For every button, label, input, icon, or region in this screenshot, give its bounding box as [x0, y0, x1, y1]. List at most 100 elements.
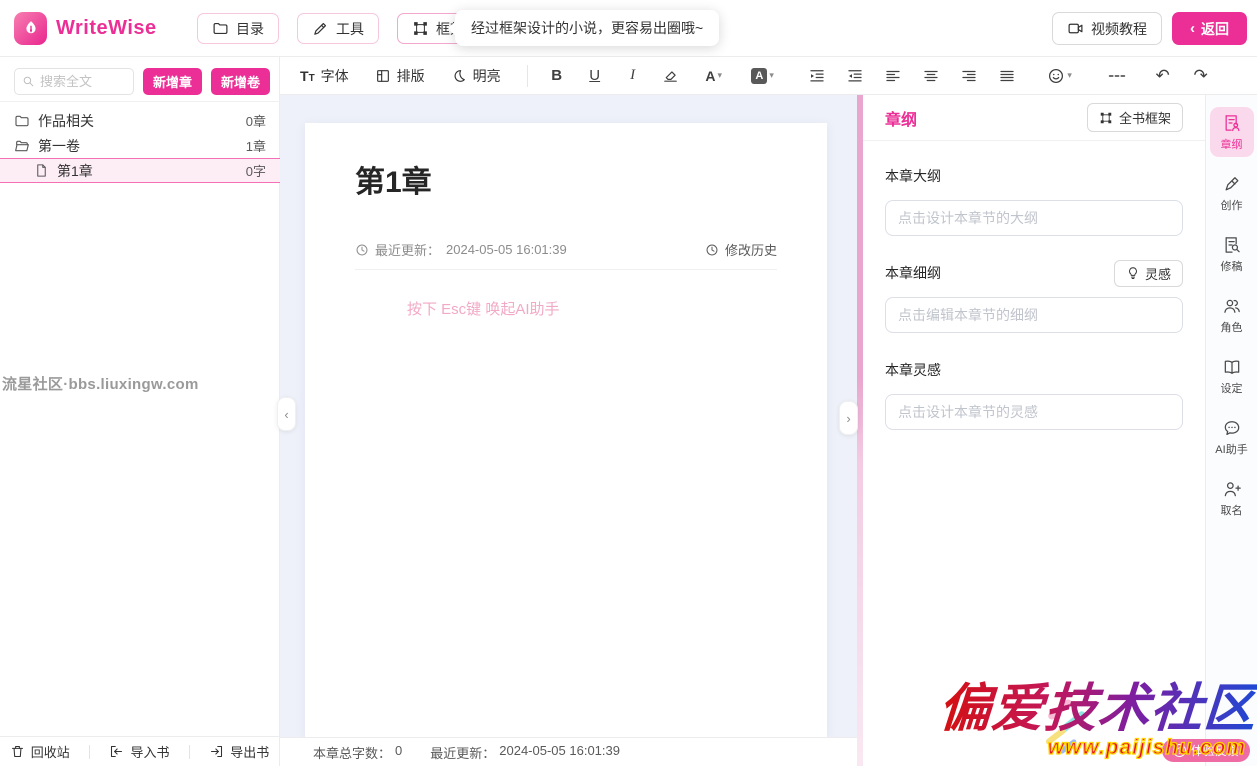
export-icon — [209, 744, 224, 759]
collapse-sidebar-handle[interactable]: ‹ — [277, 397, 296, 431]
rail-item-create[interactable]: 创作 — [1210, 168, 1254, 218]
sidebar-watermark: 流星社区·bbs.liuxingw.com — [2, 373, 199, 394]
collapse-panel-handle[interactable]: › — [839, 401, 858, 435]
tree-row-works[interactable]: 作品相关 0章 — [0, 108, 280, 133]
emoji-button[interactable]: ▾ — [1040, 62, 1080, 90]
redo-button[interactable]: ↷ — [1186, 62, 1216, 90]
chapter-title[interactable]: 第1章 — [355, 157, 777, 201]
tree-row-volume1[interactable]: 第一卷 1章 — [0, 133, 280, 158]
align-center-icon — [922, 67, 940, 85]
outline-panel-header: 章纲 全书框架 — [863, 95, 1205, 141]
user-plus-icon — [1222, 479, 1242, 499]
underline-button[interactable]: U — [580, 62, 610, 90]
chapter-inspiration-input[interactable] — [885, 394, 1183, 430]
chapter-outline-input[interactable] — [885, 200, 1183, 236]
rail-item-ai-assistant[interactable]: AI助手 — [1210, 412, 1254, 462]
italic-button[interactable]: I — [618, 62, 648, 90]
layout-menu-button[interactable]: 排版 — [375, 66, 425, 86]
highlight-color-button[interactable]: A ▾ — [742, 62, 784, 90]
trash-icon — [10, 744, 25, 759]
inspiration-button[interactable]: 灵感 — [1114, 260, 1183, 287]
last-updated: 最近更新： 2024-05-05 16:01:39 — [355, 240, 567, 259]
eraser-icon — [662, 67, 679, 84]
import-icon — [109, 744, 124, 759]
indent-button[interactable] — [802, 62, 832, 90]
search-box — [14, 68, 134, 95]
history-button[interactable]: 修改历史 — [705, 240, 777, 259]
search-input[interactable] — [40, 74, 120, 89]
video-icon — [1067, 20, 1084, 37]
file-icon — [34, 163, 49, 178]
outline-panel-body: 本章大纲 本章细纲 灵感 本章灵感 — [863, 141, 1205, 430]
rail-item-settings[interactable]: 设定 — [1210, 351, 1254, 401]
detail-outline-header: 本章细纲 灵感 — [885, 260, 1183, 286]
frame-icon — [1099, 111, 1113, 125]
clear-format-button[interactable] — [656, 62, 686, 90]
rail-item-revise[interactable]: 修稿 — [1210, 229, 1254, 279]
divider-line-icon — [1107, 66, 1127, 86]
highlight-icon: A — [751, 68, 767, 84]
doc-person-icon — [1222, 113, 1242, 133]
divider-insert-button[interactable] — [1102, 62, 1132, 90]
panel-title: 章纲 — [885, 106, 917, 130]
question-icon: ? — [1173, 744, 1186, 757]
rail-item-naming[interactable]: 取名 — [1210, 473, 1254, 523]
clock-icon — [355, 243, 369, 257]
updated-time: 2024-05-05 16:01:39 — [446, 242, 567, 257]
detail-outline-input[interactable] — [885, 297, 1183, 333]
font-icon: TT — [300, 68, 315, 84]
pen-nib-icon — [1222, 174, 1242, 194]
doc-search-icon — [1222, 235, 1242, 255]
editor-statusbar: 本章总字数： 0 最近更新： 2024-05-05 16:01:39 — [280, 737, 857, 766]
sidebar-footer: 回收站 导入书 导出书 — [0, 736, 279, 766]
align-right-button[interactable] — [954, 62, 984, 90]
layout-grid-icon — [375, 68, 391, 84]
tree-row-chapter1[interactable]: 第1章 0字 — [0, 158, 280, 183]
users-icon — [1222, 296, 1242, 316]
export-book-button[interactable]: 导出书 — [209, 742, 269, 761]
inspiration-section-header: 本章灵感 — [885, 357, 1183, 383]
font-color-button[interactable]: A ▾ — [694, 62, 734, 90]
feedback-button[interactable]: ? 体验反馈 — [1162, 739, 1250, 762]
add-chapter-button[interactable]: 新增章 — [143, 68, 202, 95]
caret-down-icon: ▾ — [1067, 70, 1072, 81]
video-tutorial-button[interactable]: 视频教程 — [1052, 12, 1162, 45]
app-title: WriteWise — [56, 17, 157, 40]
bulb-icon — [1126, 266, 1140, 280]
outdent-icon — [846, 67, 864, 85]
add-volume-button[interactable]: 新增卷 — [211, 68, 270, 95]
recycle-bin-button[interactable]: 回收站 — [10, 742, 70, 761]
status-updated-time: 2024-05-05 16:01:39 — [499, 743, 620, 762]
catalog-button[interactable]: 目录 — [197, 13, 279, 44]
app-logo: WriteWise — [14, 12, 157, 45]
back-button[interactable]: ‹ 返回 — [1172, 12, 1247, 45]
tools-button[interactable]: 工具 — [297, 13, 379, 44]
outdent-button[interactable] — [840, 62, 870, 90]
header: WriteWise 目录 工具 框架 经过框架设计的小说，更容易出圈哦~ 视频教… — [0, 0, 1257, 57]
sidebar-actions: 新增章 新增卷 — [14, 68, 270, 95]
align-right-icon — [960, 67, 978, 85]
pen-icon — [312, 20, 329, 37]
align-center-button[interactable] — [916, 62, 946, 90]
align-left-button[interactable] — [878, 62, 908, 90]
import-book-button[interactable]: 导入书 — [109, 742, 169, 761]
chat-bubble-icon — [1222, 418, 1242, 438]
theme-toggle-button[interactable]: 明亮 — [451, 66, 501, 86]
chevron-right-icon: › — [846, 411, 850, 426]
editor-page[interactable]: 第1章 最近更新： 2024-05-05 16:01:39 修改历史 按下 Es… — [305, 123, 827, 737]
editor-toolbar: TT 字体 排版 明亮 B U I A ▾ A ▾ — [280, 57, 1257, 95]
search-icon — [22, 75, 35, 88]
chapter-count: 0章 — [246, 111, 266, 130]
rail-item-characters[interactable]: 角色 — [1210, 290, 1254, 340]
bold-button[interactable]: B — [542, 62, 572, 90]
folder-open-icon — [14, 138, 30, 154]
undo-button[interactable]: ↶ — [1148, 62, 1178, 90]
book-framework-button[interactable]: 全书框架 — [1087, 103, 1183, 132]
justify-button[interactable] — [992, 62, 1022, 90]
folder-icon — [212, 20, 229, 37]
moon-icon — [451, 68, 467, 84]
rail-item-outline[interactable]: 章纲 — [1210, 107, 1254, 157]
font-menu-button[interactable]: TT 字体 — [300, 66, 349, 86]
chevron-left-icon: ‹ — [284, 407, 288, 422]
chevron-left-icon: ‹ — [1190, 20, 1195, 37]
